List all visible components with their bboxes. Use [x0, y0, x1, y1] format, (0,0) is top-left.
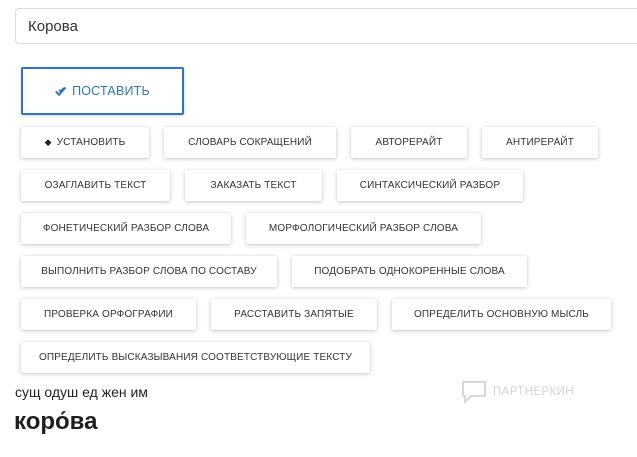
syntax-analysis-button[interactable]: Синтаксический разбор — [337, 170, 523, 201]
accented-word: коро́ва — [14, 408, 98, 435]
cognate-words-label: Подобрать однокоренные слова — [314, 266, 505, 277]
place-commas-label: Расставить запятые — [234, 309, 354, 320]
chat-bubble-icon — [462, 381, 486, 404]
place-stress-button[interactable]: Поставить — [21, 67, 184, 115]
phonetic-analysis-label: Фонетический разбор слова — [42, 223, 210, 234]
antirewrite-label: Антирерайт — [506, 137, 574, 148]
word-input[interactable] — [15, 8, 637, 44]
main-idea-button[interactable]: Определить основную мысль — [392, 299, 611, 330]
cognate-words-button[interactable]: Подобрать однокоренные слова — [292, 256, 527, 287]
autorewrite-button[interactable]: Авторерайт — [351, 127, 467, 158]
matching-statements-label: Определить высказывания соответствующие … — [38, 352, 353, 363]
partner-watermark: ПАРТНЕРКИН — [461, 380, 574, 404]
antirewrite-button[interactable]: Антирерайт — [482, 127, 598, 158]
word-composition-label: Выполнить разбор слова по составу — [41, 266, 257, 277]
syntax-analysis-label: Синтаксический разбор — [359, 180, 501, 191]
title-text-label: Озаглавить текст — [44, 180, 147, 191]
abbreviations-dictionary-label: Словарь сокращений — [188, 137, 312, 148]
diamond-icon: ◆ — [44, 137, 52, 147]
phonetic-analysis-button[interactable]: Фонетический разбор слова — [21, 213, 231, 244]
autorewrite-label: Авторерайт — [375, 137, 443, 148]
morphological-analysis-label: Морфологический разбор слова — [268, 223, 459, 234]
morphology-info: сущ одуш ед жен им — [15, 384, 148, 400]
place-commas-button[interactable]: Расставить запятые — [211, 299, 377, 330]
word-composition-button[interactable]: Выполнить разбор слова по составу — [21, 256, 277, 287]
install-label: Установить — [56, 137, 126, 148]
spell-check-label: Проверка орфографии — [44, 309, 173, 320]
watermark-label: ПАРТНЕРКИН — [493, 386, 575, 398]
morphological-analysis-button[interactable]: Морфологический разбор слова — [246, 213, 481, 244]
title-text-button[interactable]: Озаглавить текст — [21, 170, 170, 201]
order-text-label: Заказать текст — [210, 180, 297, 191]
main-idea-label: Определить основную мысль — [413, 309, 590, 320]
double-check-icon — [55, 86, 67, 96]
order-text-button[interactable]: Заказать текст — [185, 170, 322, 201]
abbreviations-dictionary-button[interactable]: Словарь сокращений — [164, 127, 336, 158]
place-stress-label: Поставить — [72, 84, 150, 98]
install-button[interactable]: ◆ Установить — [21, 127, 149, 158]
spell-check-button[interactable]: Проверка орфографии — [21, 299, 196, 330]
matching-statements-button[interactable]: Определить высказывания соответствующие … — [21, 342, 370, 373]
